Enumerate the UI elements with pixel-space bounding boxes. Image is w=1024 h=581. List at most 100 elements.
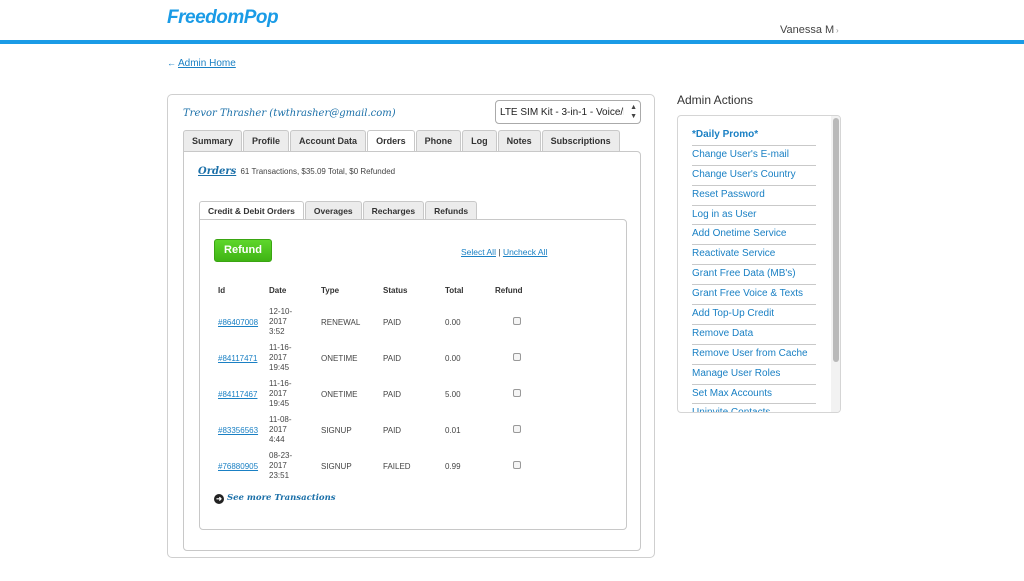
order-status: PAID	[383, 317, 402, 327]
orders-summary: Orders 61 Transactions, $35.09 Total, $0…	[198, 166, 395, 177]
orders-sub-tabs: Credit & Debit Orders Overages Recharges…	[199, 201, 478, 220]
arrow-circle-right-icon: ➜	[214, 494, 224, 504]
order-id-link[interactable]: #76880905	[218, 462, 258, 471]
uncheck-all-link[interactable]: Uncheck All	[503, 247, 547, 257]
table-header-row: Id Date Type Status Total Refund	[210, 282, 555, 304]
col-header-type: Type	[321, 286, 340, 295]
user-menu-name[interactable]: Vanessa M	[780, 24, 834, 36]
table-row: #83356563 11-08- 2017 4:44 SIGNUP PAID 0.0…	[210, 412, 555, 448]
tab-summary[interactable]: Summary	[183, 130, 243, 151]
order-status: FAILED	[383, 461, 411, 471]
admin-home-link[interactable]: ← Admin Home	[167, 58, 236, 69]
order-id-link[interactable]: #84117467	[218, 390, 257, 399]
order-date: 08-23- 2017 23:51	[269, 451, 293, 480]
admin-actions-list: *Daily Promo* Change User's E-mail Chang…	[692, 126, 816, 412]
admin-action-set-max-accounts[interactable]: Set Max Accounts	[692, 385, 816, 405]
admin-action-reset-password[interactable]: Reset Password	[692, 186, 816, 206]
order-id-link[interactable]: #86407008	[218, 318, 258, 327]
order-type: RENEWAL	[321, 317, 361, 327]
order-total: 0.99	[445, 461, 461, 471]
arrow-left-icon: ←	[167, 58, 176, 68]
admin-actions-scrollbar[interactable]	[831, 116, 840, 412]
tab-orders[interactable]: Orders	[367, 130, 415, 152]
admin-action-daily-promo[interactable]: *Daily Promo*	[692, 126, 816, 146]
order-type: ONETIME	[321, 389, 358, 399]
admin-action-grant-free-data[interactable]: Grant Free Data (MB's)	[692, 265, 816, 286]
customer-name-email: Trevor Thrasher (twthrasher@gmail.com)	[183, 108, 396, 119]
tab-notes[interactable]: Notes	[497, 130, 541, 151]
refund-button[interactable]: Refund	[214, 239, 272, 262]
customer-tabs: Summary Profile Account Data Orders Phon…	[183, 130, 621, 152]
order-total: 5.00	[445, 389, 461, 399]
table-row: #84117471 11-16- 2017 19:45 ONETIME PAID 0…	[210, 340, 555, 376]
admin-home-label: Admin Home	[178, 58, 236, 69]
subtab-recharges[interactable]: Recharges	[362, 201, 425, 219]
order-date: 11-16- 2017 19:45	[269, 379, 292, 408]
select-arrows-icon: ▲ ▼	[630, 104, 637, 120]
admin-action-uninvite-contacts[interactable]: Uninvite Contacts	[692, 404, 816, 412]
order-status: PAID	[383, 353, 402, 363]
select-separator: |	[498, 247, 501, 257]
order-type: SIGNUP	[321, 461, 352, 471]
order-id-link[interactable]: #84117471	[218, 354, 257, 363]
tab-account-data[interactable]: Account Data	[290, 130, 367, 151]
admin-actions-panel: *Daily Promo* Change User's E-mail Chang…	[677, 115, 841, 413]
refund-checkbox[interactable]	[513, 353, 521, 361]
admin-actions-title: Admin Actions	[677, 93, 754, 107]
tab-phone[interactable]: Phone	[415, 130, 462, 151]
admin-action-log-in-as-user[interactable]: Log in as User	[692, 206, 816, 226]
refund-checkbox[interactable]	[513, 389, 521, 397]
order-type: SIGNUP	[321, 425, 352, 435]
col-header-date: Date	[269, 286, 287, 295]
col-header-total: Total	[445, 286, 464, 295]
table-row: #84117467 11-16- 2017 19:45 ONETIME PAID 5…	[210, 376, 555, 412]
order-type: ONETIME	[321, 353, 358, 363]
device-select[interactable]: LTE SIM Kit - 3-in-1 - Voice/Data ▲▼	[495, 100, 641, 124]
see-more-label: See more Transactions	[227, 493, 336, 503]
device-select-value: LTE SIM Kit - 3-in-1 - Voice/Data	[500, 107, 624, 118]
admin-action-remove-data[interactable]: Remove Data	[692, 325, 816, 345]
top-header: FreedomPop Vanessa M ›	[0, 0, 1024, 44]
admin-action-add-top-up-credit[interactable]: Add Top-Up Credit	[692, 305, 816, 325]
admin-action-reactivate-service[interactable]: Reactivate Service	[692, 245, 816, 266]
chevron-right-icon[interactable]: ›	[836, 26, 839, 35]
tab-profile[interactable]: Profile	[243, 130, 290, 151]
order-total: 0.00	[445, 317, 461, 327]
order-status: PAID	[383, 425, 402, 435]
order-total: 0.01	[445, 425, 461, 435]
refund-checkbox[interactable]	[513, 461, 521, 469]
admin-action-change-email[interactable]: Change User's E-mail	[692, 146, 816, 166]
orders-link[interactable]: Orders	[198, 166, 236, 177]
freedompop-logo[interactable]: FreedomPop	[167, 7, 279, 29]
refund-checkbox[interactable]	[513, 317, 521, 325]
order-status: PAID	[383, 389, 402, 399]
see-more-transactions-link[interactable]: ➜ See more Transactions	[214, 493, 336, 504]
order-date: 11-16- 2017 19:45	[269, 343, 292, 372]
scrollbar-thumb[interactable]	[833, 118, 839, 362]
subtab-refunds[interactable]: Refunds	[425, 201, 478, 219]
table-row: #86407008 12-10- 2017 3:52 RENEWAL PAID 0.…	[210, 304, 555, 340]
table-row: #76880905 08-23- 2017 23:51 SIGNUP FAILED …	[210, 448, 555, 484]
orders-table: Id Date Type Status Total Refund #864070…	[210, 282, 555, 484]
orders-tab-content: Orders 61 Transactions, $35.09 Total, $0…	[183, 151, 641, 551]
tab-log[interactable]: Log	[462, 130, 497, 151]
col-header-id: Id	[218, 286, 226, 295]
admin-action-add-onetime-service[interactable]: Add Onetime Service	[692, 225, 816, 246]
refund-checkbox[interactable]	[513, 425, 521, 433]
select-all-link[interactable]: Select All	[461, 247, 496, 257]
subtab-overages[interactable]: Overages	[304, 201, 362, 219]
order-date: 11-08- 2017 4:44	[269, 415, 292, 444]
admin-action-grant-free-voice-texts[interactable]: Grant Free Voice & Texts	[692, 285, 816, 306]
tab-subscriptions[interactable]: Subscriptions	[541, 130, 620, 151]
order-id-link[interactable]: #83356563	[218, 426, 258, 435]
col-header-status: Status	[383, 286, 408, 295]
customer-panel: Trevor Thrasher (twthrasher@gmail.com) L…	[167, 94, 655, 558]
admin-action-remove-user-from-cache[interactable]: Remove User from Cache	[692, 345, 816, 365]
admin-action-change-country[interactable]: Change User's Country	[692, 166, 816, 186]
order-date: 12-10- 2017 3:52	[269, 307, 293, 336]
subtab-credit-debit-orders[interactable]: Credit & Debit Orders	[199, 201, 304, 220]
admin-action-manage-user-roles[interactable]: Manage User Roles	[692, 365, 816, 385]
credit-debit-orders-panel: Refund Select All | Uncheck All Id Date …	[199, 219, 627, 530]
orders-summary-text: 61 Transactions, $35.09 Total, $0 Refund…	[240, 167, 396, 176]
col-header-refund: Refund	[495, 286, 523, 295]
